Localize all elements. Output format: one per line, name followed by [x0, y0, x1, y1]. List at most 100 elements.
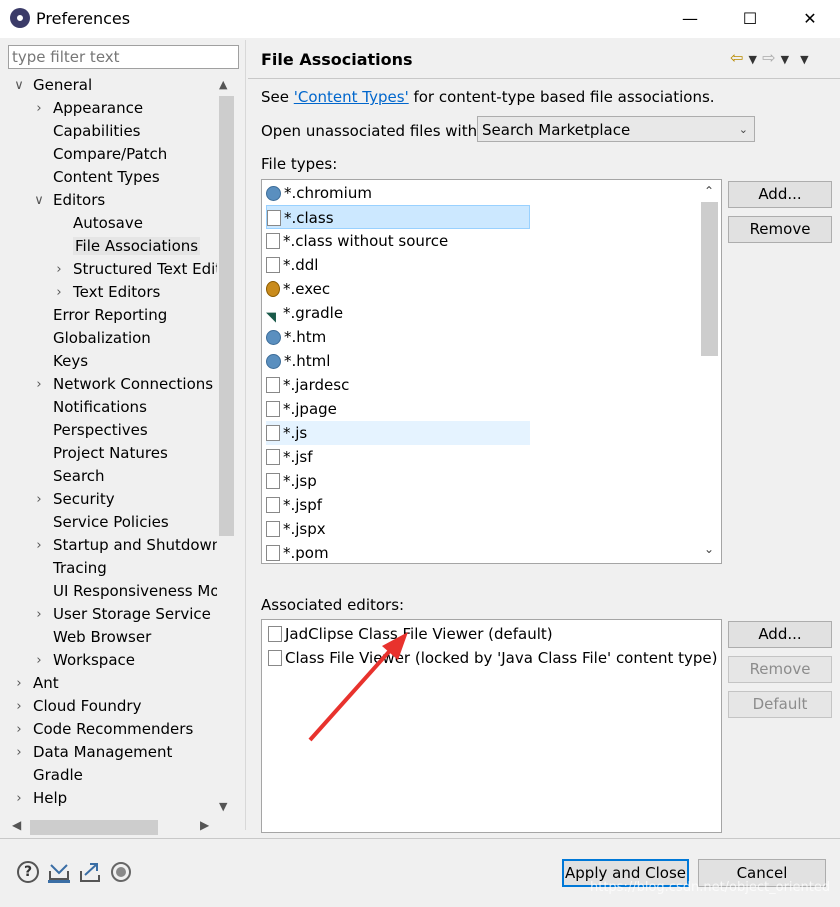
tree-item[interactable]: Compare/Patch — [28, 143, 167, 166]
chevron-right-icon[interactable]: › — [12, 672, 26, 695]
tree-item[interactable]: Tracing — [28, 557, 107, 580]
file-types-scroll-thumb[interactable] — [701, 202, 718, 356]
default-editor-button[interactable]: Default — [728, 691, 832, 718]
back-dropdown-icon[interactable]: ▼ — [749, 53, 757, 66]
file-type-row[interactable]: *.chromium — [266, 181, 530, 205]
chevron-right-icon[interactable]: › — [52, 281, 66, 304]
tree-item[interactable]: Autosave — [48, 212, 143, 235]
tree-item[interactable]: Keys — [28, 350, 88, 373]
tree-item[interactable]: Content Types — [28, 166, 160, 189]
file-type-row[interactable]: *.jsf — [266, 445, 530, 469]
scroll-down-icon[interactable]: ▼ — [219, 800, 227, 813]
remove-file-type-button[interactable]: Remove — [728, 216, 832, 243]
associated-editor-row[interactable]: JadClipse Class File Viewer (default) — [268, 622, 553, 646]
tree-item[interactable]: Project Natures — [28, 442, 168, 465]
scroll-right-icon[interactable]: ▶ — [200, 818, 209, 832]
chevron-down-icon[interactable]: ∨ — [12, 74, 26, 97]
file-types-label: File types: — [261, 155, 338, 173]
file-type-row[interactable]: *.jspf — [266, 493, 530, 517]
tree-item[interactable]: UI Responsiveness Mo — [28, 580, 220, 603]
minimize-button[interactable]: — — [667, 0, 713, 38]
add-editor-button[interactable]: Add... — [728, 621, 832, 648]
maximize-button[interactable]: ☐ — [727, 0, 773, 38]
filter-input[interactable]: type filter text — [8, 45, 239, 69]
file-type-row[interactable]: *.jpage — [266, 397, 530, 421]
tree-item[interactable]: › Cloud Foundry — [8, 695, 141, 718]
tree-item[interactable]: Search — [28, 465, 105, 488]
remove-editor-button[interactable]: Remove — [728, 656, 832, 683]
tree-item[interactable]: › Structured Text Edit — [48, 258, 221, 281]
scroll-left-icon[interactable]: ◀ — [12, 818, 21, 832]
view-menu-icon[interactable]: ▼ — [800, 53, 808, 66]
file-type-row[interactable]: *.ddl — [266, 253, 530, 277]
tree-item[interactable]: Notifications — [28, 396, 147, 419]
chevron-right-icon[interactable]: › — [12, 718, 26, 741]
file-type-row[interactable]: *.class without source — [266, 229, 530, 253]
footer-divider — [0, 838, 840, 839]
content-types-link[interactable]: 'Content Types' — [294, 88, 409, 106]
chevron-right-icon[interactable]: › — [32, 373, 46, 396]
tree-item[interactable]: Error Reporting — [28, 304, 167, 327]
chevron-right-icon[interactable]: › — [12, 741, 26, 764]
tree-item-label: Startup and Shutdown — [53, 536, 222, 554]
tree-item[interactable]: Gradle — [8, 764, 83, 787]
tree-item[interactable]: Globalization — [28, 327, 151, 350]
tree-item[interactable]: › Data Management — [8, 741, 172, 764]
file-type-row[interactable]: *.jardesc — [266, 373, 530, 397]
close-button[interactable]: ✕ — [787, 0, 833, 38]
chevron-right-icon[interactable]: › — [32, 649, 46, 672]
tree-item[interactable]: › Code Recommenders — [8, 718, 193, 741]
tree-item[interactable]: › Text Editors — [48, 281, 160, 304]
tree-item[interactable]: › Help — [8, 787, 67, 810]
class-file-icon — [267, 210, 281, 226]
chevron-right-icon[interactable]: › — [32, 603, 46, 626]
tree-item[interactable]: File Associations — [48, 235, 201, 258]
tree-item[interactable]: Web Browser — [28, 626, 151, 649]
tree-item[interactable]: › Network Connections — [28, 373, 213, 396]
scroll-up-icon[interactable]: ▲ — [219, 78, 227, 91]
tree-item[interactable]: › Workspace — [28, 649, 135, 672]
export-icon[interactable] — [79, 861, 101, 883]
scroll-down-icon[interactable]: ⌄ — [704, 542, 714, 556]
record-icon[interactable] — [110, 861, 132, 883]
tree-item[interactable]: Service Policies — [28, 511, 169, 534]
file-type-row[interactable]: *.html — [266, 349, 530, 373]
tree-item[interactable]: › Security — [28, 488, 114, 511]
import-icon[interactable] — [48, 861, 70, 883]
chevron-right-icon[interactable]: › — [32, 534, 46, 557]
tree-item[interactable]: › User Storage Service — [28, 603, 210, 626]
tree-item[interactable]: › Startup and Shutdown — [28, 534, 221, 557]
file-type-row[interactable]: *.htm — [266, 325, 530, 349]
tree-item[interactable]: › Ant — [8, 672, 58, 695]
tree-item[interactable]: ∨ Editors — [28, 189, 105, 212]
tree-item[interactable]: Capabilities — [28, 120, 141, 143]
open-unassociated-select[interactable]: Search Marketplace ⌄ — [477, 116, 755, 142]
back-arrow-icon[interactable]: ⇦ — [730, 48, 743, 67]
chevron-right-icon[interactable]: › — [12, 787, 26, 810]
scroll-up-icon[interactable]: ⌃ — [704, 184, 714, 198]
file-type-row[interactable]: *.jsp — [266, 469, 530, 493]
chevron-right-icon[interactable]: › — [32, 97, 46, 120]
chevron-right-icon[interactable]: › — [12, 695, 26, 718]
file-type-row[interactable]: *.class — [266, 205, 530, 229]
tree-hscroll-thumb[interactable] — [30, 820, 158, 835]
associated-editor-row[interactable]: Class File Viewer (locked by 'Java Class… — [268, 646, 718, 670]
help-icon[interactable]: ? — [17, 861, 39, 883]
tree-item[interactable]: ∨ General — [8, 74, 92, 97]
chevron-right-icon[interactable]: › — [52, 258, 66, 281]
tree-item[interactable]: Perspectives — [28, 419, 148, 442]
file-type-row[interactable]: *.jspx — [266, 517, 530, 541]
add-file-type-button[interactable]: Add... — [728, 181, 832, 208]
sash-divider[interactable] — [245, 40, 246, 830]
tree-item[interactable]: › Appearance — [28, 97, 143, 120]
chevron-right-icon[interactable]: › — [32, 488, 46, 511]
tree-scroll-thumb[interactable] — [219, 96, 234, 536]
file-type-row[interactable]: ◥ *.gradle — [266, 301, 530, 325]
chevron-down-icon[interactable]: ∨ — [32, 189, 46, 212]
tree-item-label: Service Policies — [53, 513, 169, 531]
file-type-row[interactable]: *.pom — [266, 541, 530, 565]
forward-dropdown-icon[interactable]: ▼ — [781, 53, 789, 66]
file-type-row[interactable]: *.js — [266, 421, 530, 445]
file-type-row[interactable]: *.exec — [266, 277, 530, 301]
forward-arrow-icon[interactable]: ⇨ — [762, 48, 775, 67]
